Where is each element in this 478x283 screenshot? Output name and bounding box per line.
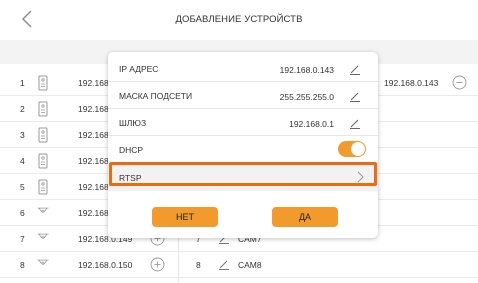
assigned-device-ip: 192.168.0.143	[384, 78, 439, 88]
camera-icon	[36, 231, 50, 247]
intercom-panel-icon	[36, 179, 50, 195]
slot-number: 8	[196, 260, 201, 270]
intercom-panel-icon	[36, 127, 50, 143]
network-settings-dialog: IP АДРЕС 192.168.0.143 МАСКА ПОДСЕТИ 255…	[108, 52, 378, 238]
intercom-panel-icon	[36, 75, 50, 91]
ip-address-label: IP АДРЕС	[119, 64, 159, 74]
device-ip: 192.168.	[78, 130, 112, 140]
pencil-icon[interactable]	[349, 63, 361, 75]
row-number: 2	[20, 104, 25, 114]
device-ip: 192.168.	[78, 182, 112, 192]
ip-address-field[interactable]: IP АДРЕС 192.168.0.143	[108, 55, 378, 82]
row-number: 1	[20, 78, 25, 88]
yes-button[interactable]: ДА	[272, 207, 338, 227]
gateway-value: 192.168.0.1	[289, 119, 334, 129]
ip-address-value: 192.168.0.143	[279, 65, 334, 75]
device-ip: 192.168.	[78, 156, 112, 166]
row-number: 3	[20, 130, 25, 140]
subnet-mask-field[interactable]: МАСКА ПОДСЕТИ 255.255.255.0	[108, 82, 378, 109]
gateway-label: ШЛЮЗ	[119, 118, 147, 128]
rtsp-highlight-box	[109, 162, 377, 186]
row-number: 8	[20, 260, 25, 270]
device-ip: 192.168.	[78, 208, 112, 218]
dhcp-label: DHCP	[119, 145, 144, 155]
no-button[interactable]: НЕТ	[152, 207, 218, 227]
subnet-mask-value: 255.255.255.0	[279, 92, 334, 102]
row-number: 5	[20, 182, 25, 192]
pencil-icon[interactable]	[349, 117, 361, 129]
gateway-field[interactable]: ШЛЮЗ 192.168.0.1	[108, 109, 378, 136]
minus-circle-icon[interactable]	[452, 75, 467, 90]
camera-icon	[36, 205, 50, 221]
plus-circle-icon[interactable]	[150, 257, 165, 272]
dhcp-toggle[interactable]	[338, 141, 366, 157]
intercom-panel-icon	[36, 153, 50, 169]
device-ip: 192.168.0.150	[78, 260, 133, 270]
device-row: 8 192.168.0.150 8 CAM8	[0, 252, 478, 278]
header-bar: ДОБАВЛЕНИЕ УСТРОЙСТВ	[0, 0, 478, 38]
row-number: 4	[20, 156, 25, 166]
page-title: ДОБАВЛЕНИЕ УСТРОЙСТВ	[175, 14, 303, 25]
intercom-panel-icon	[36, 101, 50, 117]
device-ip: 192.168.	[78, 104, 112, 114]
row-number: 6	[20, 208, 25, 218]
device-ip: 192.168.	[78, 78, 112, 88]
dhcp-field: DHCP	[108, 136, 378, 163]
toggle-knob	[351, 142, 365, 156]
pencil-icon[interactable]	[218, 258, 230, 270]
camera-name: CAM8	[238, 260, 262, 270]
subnet-mask-label: МАСКА ПОДСЕТИ	[119, 91, 193, 101]
row-number: 7	[20, 234, 25, 244]
camera-icon	[36, 257, 50, 273]
pencil-icon[interactable]	[349, 90, 361, 102]
